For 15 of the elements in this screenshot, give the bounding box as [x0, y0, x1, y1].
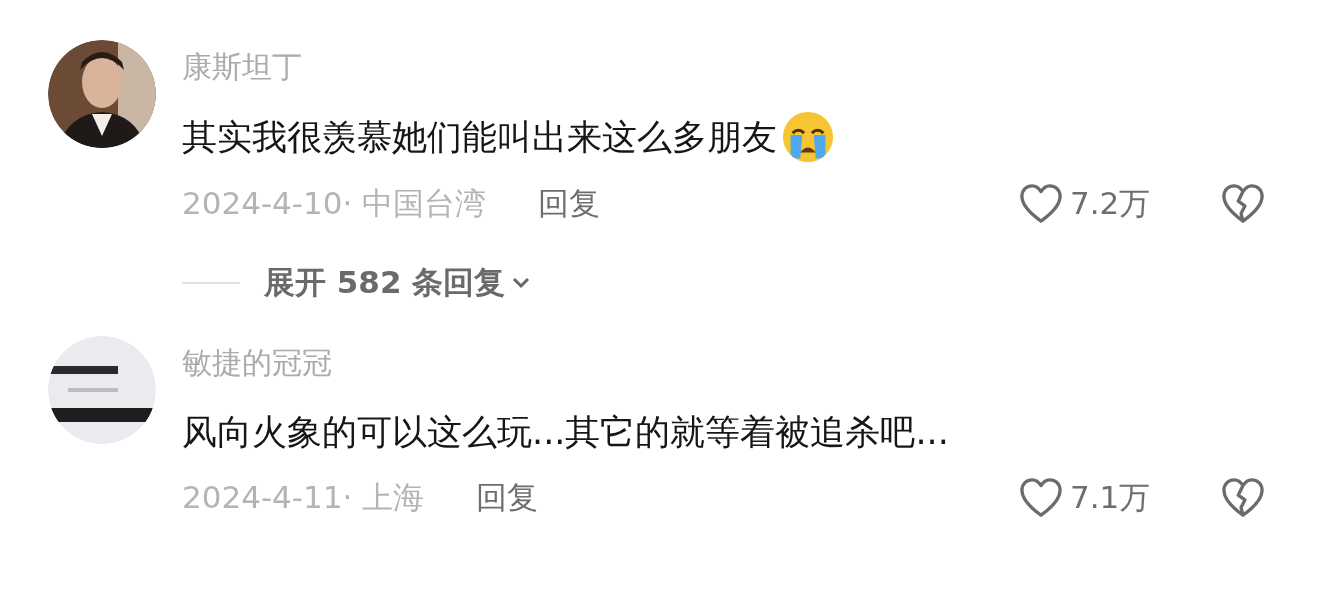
comment-text: 风向火象的可以这么玩...其它的就等着被追杀吧... — [182, 411, 949, 454]
reply-button[interactable]: 回复 — [476, 477, 539, 519]
comment-date-location: 2024-4-11· 上海 — [182, 478, 425, 517]
heart-icon[interactable] — [1018, 183, 1064, 225]
like-count: 7.2万 — [1070, 184, 1152, 223]
heart-icon[interactable] — [1018, 477, 1064, 519]
broken-heart-icon[interactable] — [1220, 477, 1266, 519]
crying-face-icon — [781, 110, 835, 164]
comment-text: 其实我很羡慕她们能叫出来这么多朋友 — [182, 116, 777, 159]
expand-replies-button[interactable]: 展开 582 条回复 — [264, 262, 532, 304]
like-count: 7.1万 — [1070, 478, 1152, 517]
comment-date-location: 2024-4-10· 中国台湾 — [182, 184, 487, 223]
reply-button[interactable]: 回复 — [538, 183, 601, 225]
broken-heart-icon[interactable] — [1220, 183, 1266, 225]
chevron-down-icon — [511, 276, 532, 290]
